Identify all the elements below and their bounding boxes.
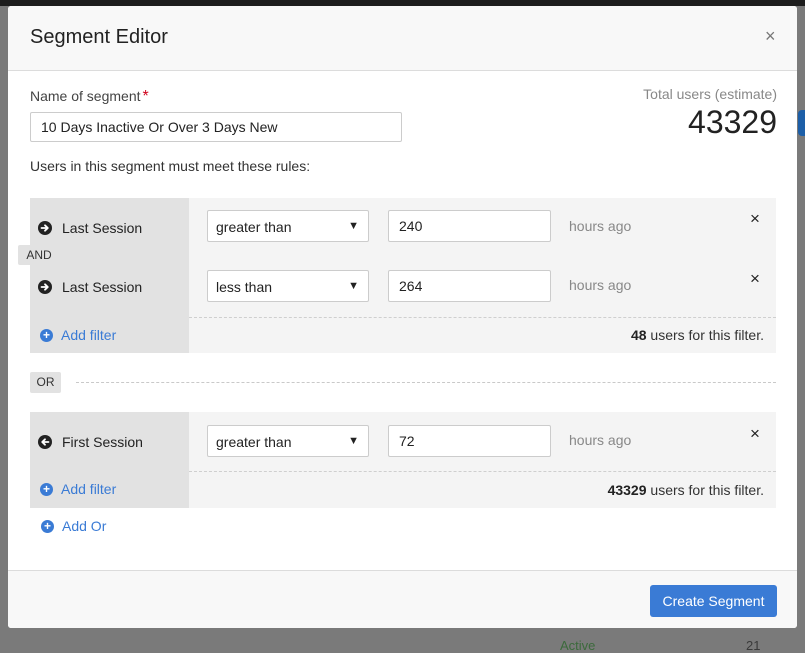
background-status-text: Active xyxy=(560,638,596,653)
close-icon[interactable]: × xyxy=(765,26,776,46)
arrow-right-circle-icon xyxy=(38,221,52,235)
filter-user-count: 48 users for this filter. xyxy=(630,327,764,343)
plus-circle-icon: + xyxy=(41,519,54,533)
and-badge: AND xyxy=(18,245,60,265)
rule-group-1: Last Session greater than ▼ hours ago × … xyxy=(30,198,776,353)
segment-name-input[interactable] xyxy=(30,112,402,142)
modal-header: Segment Editor × xyxy=(8,6,797,71)
remove-rule-icon[interactable]: × xyxy=(750,210,760,228)
arrow-left-circle-icon xyxy=(38,435,52,449)
or-divider xyxy=(76,382,776,383)
rule-criterion[interactable]: Last Session xyxy=(38,220,142,236)
add-filter-button[interactable]: + Add filter xyxy=(40,327,116,343)
create-segment-button[interactable]: Create Segment xyxy=(650,585,777,617)
filter-user-count: 43329 users for this filter. xyxy=(607,482,764,498)
caret-down-icon: ▼ xyxy=(348,220,359,232)
caret-down-icon: ▼ xyxy=(348,280,359,292)
total-users-label: Total users (estimate) xyxy=(643,86,777,102)
rule-value-input[interactable] xyxy=(388,425,551,457)
background-count-text: 21 xyxy=(746,638,761,653)
rule-criterion[interactable]: First Session xyxy=(38,434,143,450)
remove-rule-icon[interactable]: × xyxy=(750,270,760,288)
total-users-value: 43329 xyxy=(688,104,777,140)
rule-unit: hours ago xyxy=(569,432,632,448)
remove-rule-icon[interactable]: × xyxy=(750,425,760,443)
or-badge: OR xyxy=(30,372,61,393)
rules-label: Users in this segment must meet these ru… xyxy=(30,158,311,174)
operator-select[interactable]: greater than ▼ xyxy=(207,425,369,457)
operator-select[interactable]: less than ▼ xyxy=(207,270,369,302)
operator-select[interactable]: greater than ▼ xyxy=(207,210,369,242)
segment-name-label: Name of segment * xyxy=(30,88,149,105)
add-or-button[interactable]: + Add Or xyxy=(41,518,106,534)
rule-unit: hours ago xyxy=(569,218,632,234)
plus-circle-icon: + xyxy=(40,328,53,342)
arrow-right-circle-icon xyxy=(38,280,52,294)
background-chip xyxy=(798,110,805,136)
caret-down-icon: ▼ xyxy=(348,435,359,447)
segment-editor-modal: Segment Editor × Name of segment* Total … xyxy=(8,6,797,628)
rule-value-input[interactable] xyxy=(388,210,551,242)
rule-criterion[interactable]: Last Session xyxy=(38,279,142,295)
rule-value-input[interactable] xyxy=(388,270,551,302)
plus-circle-icon: + xyxy=(40,482,53,496)
modal-title: Segment Editor xyxy=(30,26,168,48)
rule-unit: hours ago xyxy=(569,277,632,293)
rule-group-2: First Session greater than ▼ hours ago ×… xyxy=(30,412,776,508)
add-filter-button[interactable]: + Add filter xyxy=(40,481,116,497)
modal-footer: Create Segment xyxy=(8,570,797,628)
divider xyxy=(189,471,776,472)
divider xyxy=(189,317,776,318)
required-marker: * xyxy=(142,88,149,105)
